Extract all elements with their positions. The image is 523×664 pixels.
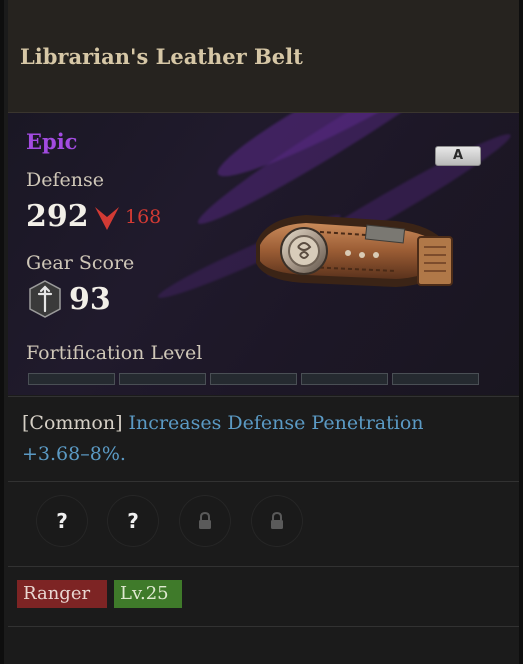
lock-icon (271, 511, 283, 529)
lock-icon (199, 511, 211, 529)
fortification-segment (392, 373, 479, 385)
question-mark-icon: ? (56, 509, 68, 533)
fortification-segment (301, 373, 388, 385)
tier-badge: A (435, 146, 481, 166)
fortification-label: Fortification Level (26, 342, 203, 364)
item-grade: Epic (26, 129, 78, 154)
item-effect: [Common] Increases Defense Penetration +… (22, 408, 492, 470)
title-bar: Librarian's Leather Belt (8, 0, 519, 113)
class-requirement-tag: Ranger (17, 580, 107, 608)
defense-diff: 168 (125, 206, 162, 228)
item-stats-panel: Epic A Defense 292 168 Gear Score 93 For… (8, 113, 519, 395)
stat-decrease-icon (95, 207, 119, 230)
gear-score-icon (29, 280, 61, 318)
gear-score-value: 93 (69, 282, 111, 317)
fortification-segment (210, 373, 297, 385)
item-name: Librarian's Leather Belt (20, 44, 303, 69)
question-mark-icon: ? (127, 509, 139, 533)
divider (8, 481, 519, 482)
socket-slot-1[interactable]: ? (36, 495, 88, 547)
svg-text:?: ? (127, 509, 139, 533)
defense-value: 292 (26, 199, 89, 234)
fortification-segment (28, 373, 115, 385)
socket-slot-3[interactable] (179, 495, 231, 547)
level-requirement-tag: Lv.25 (114, 580, 182, 608)
divider (8, 396, 519, 397)
socket-slot-4[interactable] (251, 495, 303, 547)
fortification-segment (119, 373, 206, 385)
effect-rarity-tag: [Common] (22, 412, 123, 434)
item-tooltip: Librarian's Leather Belt Epic A Defense … (0, 0, 523, 664)
gear-score-label: Gear Score (26, 252, 135, 274)
divider (8, 626, 519, 627)
leather-belt-item-image (256, 215, 453, 287)
divider (8, 566, 519, 567)
socket-slot-2[interactable]: ? (107, 495, 159, 547)
defense-label: Defense (26, 169, 104, 191)
svg-text:?: ? (56, 509, 68, 533)
